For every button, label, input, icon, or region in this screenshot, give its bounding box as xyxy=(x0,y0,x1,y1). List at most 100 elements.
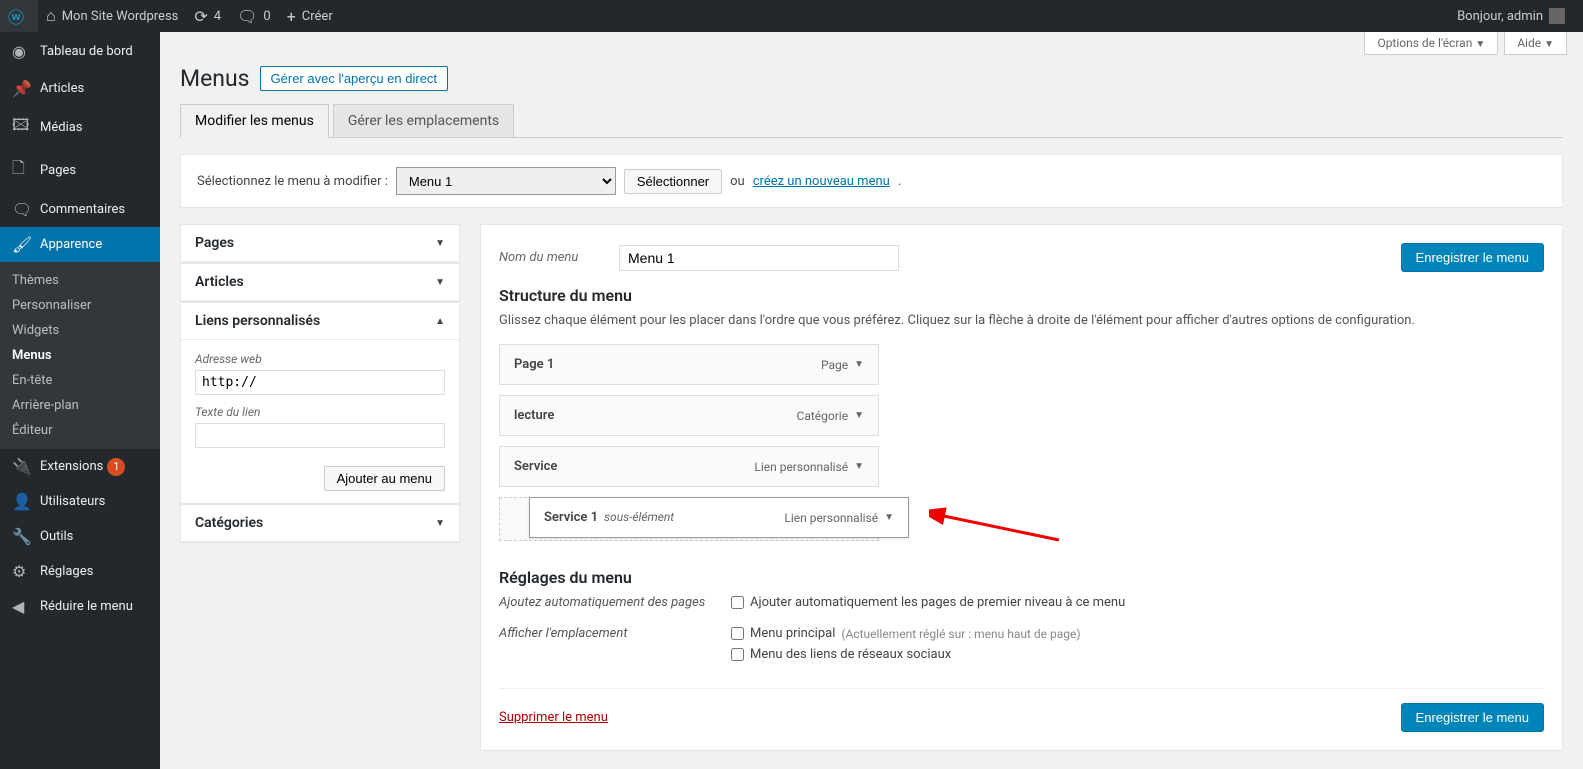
delete-menu-link[interactable]: Supprimer le menu xyxy=(499,710,608,725)
url-input[interactable] xyxy=(195,370,445,395)
sidebar-item-posts[interactable]: 📌Articles xyxy=(0,71,160,106)
loc-social-label[interactable]: Menu des liens de réseaux sociaux xyxy=(731,647,1544,662)
url-label: Adresse web xyxy=(195,352,445,366)
sidebar-item-plugins[interactable]: 🔌Extensions1 xyxy=(0,449,160,484)
save-menu-button-top[interactable]: Enregistrer le menu xyxy=(1401,243,1544,272)
plus-icon: + xyxy=(287,7,296,26)
sub-item-editor[interactable]: Éditeur xyxy=(0,418,160,443)
sub-item-widgets[interactable]: Widgets xyxy=(0,318,160,343)
sidebar-item-settings[interactable]: ⚙Réglages xyxy=(0,554,160,589)
sub-item-menus[interactable]: Menus xyxy=(0,343,160,368)
plugin-badge: 1 xyxy=(107,458,125,476)
sub-item-customize[interactable]: Personnaliser xyxy=(0,293,160,318)
sidebar-item-users[interactable]: 👤Utilisateurs xyxy=(0,484,160,519)
brush-icon: 🖌 xyxy=(12,235,32,254)
auto-add-checkbox[interactable] xyxy=(731,596,744,609)
updates-link[interactable]: ⟳4 xyxy=(186,0,229,32)
loc-social-checkbox[interactable] xyxy=(731,648,744,661)
metabox-articles-head[interactable]: Articles▼ xyxy=(181,264,459,301)
sidebar-item-pages[interactable]: 🗋Pages xyxy=(0,149,160,192)
media-icon: 🖾 xyxy=(12,114,32,141)
site-name: Mon Site Wordpress xyxy=(62,9,179,24)
chevron-down-icon: ▼ xyxy=(1544,39,1554,50)
tab-edit-menus[interactable]: Modifier les menus xyxy=(180,104,329,138)
metabox-custom-links: Liens personnalisés▲ Adresse web Texte d… xyxy=(180,302,460,504)
sub-item-header[interactable]: En-tête xyxy=(0,368,160,393)
nav-tabs: Modifier les menus Gérer les emplacement… xyxy=(180,104,1563,138)
chevron-down-icon: ▼ xyxy=(435,518,445,529)
page-icon: 🗋 xyxy=(12,157,32,184)
screen-options-button[interactable]: Options de l'écran ▼ xyxy=(1364,32,1498,55)
home-icon: ⌂ xyxy=(46,6,56,26)
sidebar-item-dashboard[interactable]: ◉Tableau de bord xyxy=(0,32,160,71)
refresh-icon: ⟳ xyxy=(194,7,207,26)
chevron-down-icon: ▼ xyxy=(884,512,894,523)
loc-primary-label[interactable]: Menu principal (Actuellement réglé sur :… xyxy=(731,626,1544,641)
dashboard-icon: ◉ xyxy=(12,42,32,61)
comments-link[interactable]: 🗨0 xyxy=(229,0,279,32)
metabox-articles: Articles▼ xyxy=(180,263,460,302)
comments-icon: 🗨 xyxy=(12,200,32,219)
location-label: Afficher l'emplacement xyxy=(499,626,719,641)
menu-item[interactable]: Page 1 Page▼ xyxy=(499,344,879,385)
structure-title: Structure du menu xyxy=(499,286,1544,305)
link-text-input[interactable] xyxy=(195,423,445,448)
chevron-down-icon: ▼ xyxy=(1475,39,1485,50)
save-menu-button-bottom[interactable]: Enregistrer le menu xyxy=(1401,703,1544,732)
wordpress-icon: ⓦ xyxy=(8,4,24,28)
wp-logo[interactable]: ⓦ xyxy=(0,0,38,32)
menu-item-dragging[interactable]: Service 1sous-élément Lien personnalisé▼ xyxy=(529,497,909,538)
manage-preview-button[interactable]: Gérer avec l'aperçu en direct xyxy=(260,66,449,91)
create-link[interactable]: + Créer xyxy=(279,0,341,32)
comment-icon: 🗨 xyxy=(237,7,257,26)
sidebar-item-appearance[interactable]: 🖌Apparence xyxy=(0,227,160,262)
admin-toolbar: ⓦ ⌂Mon Site Wordpress ⟳4 🗨0 +Créer Bonjo… xyxy=(0,0,1583,32)
account-link[interactable]: Bonjour, admin xyxy=(1449,0,1573,32)
menu-settings-panel: Nom du menu Enregistrer le menu Structur… xyxy=(480,224,1563,751)
add-to-menu-button[interactable]: Ajouter au menu xyxy=(324,466,445,491)
metabox-pages: Pages▼ xyxy=(180,224,460,263)
create-label: Créer xyxy=(302,9,333,24)
menu-settings-title: Réglages du menu xyxy=(499,568,1544,587)
menu-select[interactable]: Menu 1 xyxy=(396,167,616,195)
auto-add-checkbox-label[interactable]: Ajouter automatiquement les pages de pre… xyxy=(731,595,1544,610)
sidebar-item-tools[interactable]: 🔧Outils xyxy=(0,519,160,554)
chevron-down-icon: ▼ xyxy=(854,461,864,472)
users-icon: 👤 xyxy=(12,492,32,511)
loc-primary-checkbox[interactable] xyxy=(731,627,744,640)
select-button[interactable]: Sélectionner xyxy=(624,169,722,194)
structure-desc: Glissez chaque élément pour les placer d… xyxy=(499,313,1544,328)
sliders-icon: ⚙ xyxy=(12,562,32,581)
auto-add-label: Ajoutez automatiquement des pages xyxy=(499,595,719,610)
metabox-custom-links-head[interactable]: Liens personnalisés▲ xyxy=(181,303,459,340)
add-items-column: Pages▼ Articles▼ Liens personnalisés▲ Ad… xyxy=(180,224,460,543)
sub-item-themes[interactable]: Thèmes xyxy=(0,268,160,293)
metabox-pages-head[interactable]: Pages▼ xyxy=(181,225,459,262)
selector-label: Sélectionnez le menu à modifier : xyxy=(197,174,388,189)
tab-manage-locations[interactable]: Gérer les emplacements xyxy=(333,104,514,138)
sidebar-item-media[interactable]: 🖾Médias xyxy=(0,106,160,149)
metabox-categories-head[interactable]: Catégories▼ xyxy=(181,505,459,542)
chevron-down-icon: ▼ xyxy=(435,238,445,249)
menu-item[interactable]: lecture Catégorie▼ xyxy=(499,395,879,436)
link-text-label: Texte du lien xyxy=(195,405,445,419)
admin-sidebar: ◉Tableau de bord 📌Articles 🖾Médias 🗋Page… xyxy=(0,32,160,769)
plugin-icon: 🔌 xyxy=(12,457,32,476)
menu-name-input[interactable] xyxy=(619,245,899,271)
menu-name-label: Nom du menu xyxy=(499,250,619,265)
avatar-icon xyxy=(1549,8,1565,24)
create-menu-link[interactable]: créez un nouveau menu xyxy=(753,174,890,189)
updates-count: 4 xyxy=(214,9,221,24)
page-title: Menus xyxy=(180,65,250,92)
sub-item-background[interactable]: Arrière-plan xyxy=(0,393,160,418)
menu-selector-bar: Sélectionnez le menu à modifier : Menu 1… xyxy=(180,154,1563,208)
sidebar-item-comments[interactable]: 🗨Commentaires xyxy=(0,192,160,227)
chevron-down-icon: ▼ xyxy=(854,359,864,370)
sidebar-item-collapse[interactable]: ◀Réduire le menu xyxy=(0,589,160,624)
site-name-link[interactable]: ⌂ Mon Site Wordpress xyxy=(38,0,186,32)
pin-icon: 📌 xyxy=(12,79,32,98)
menu-item[interactable]: Service Lien personnalisé▼ xyxy=(499,446,879,487)
help-button[interactable]: Aide ▼ xyxy=(1504,32,1567,55)
chevron-up-icon: ▲ xyxy=(435,316,445,327)
wrench-icon: 🔧 xyxy=(12,527,32,546)
